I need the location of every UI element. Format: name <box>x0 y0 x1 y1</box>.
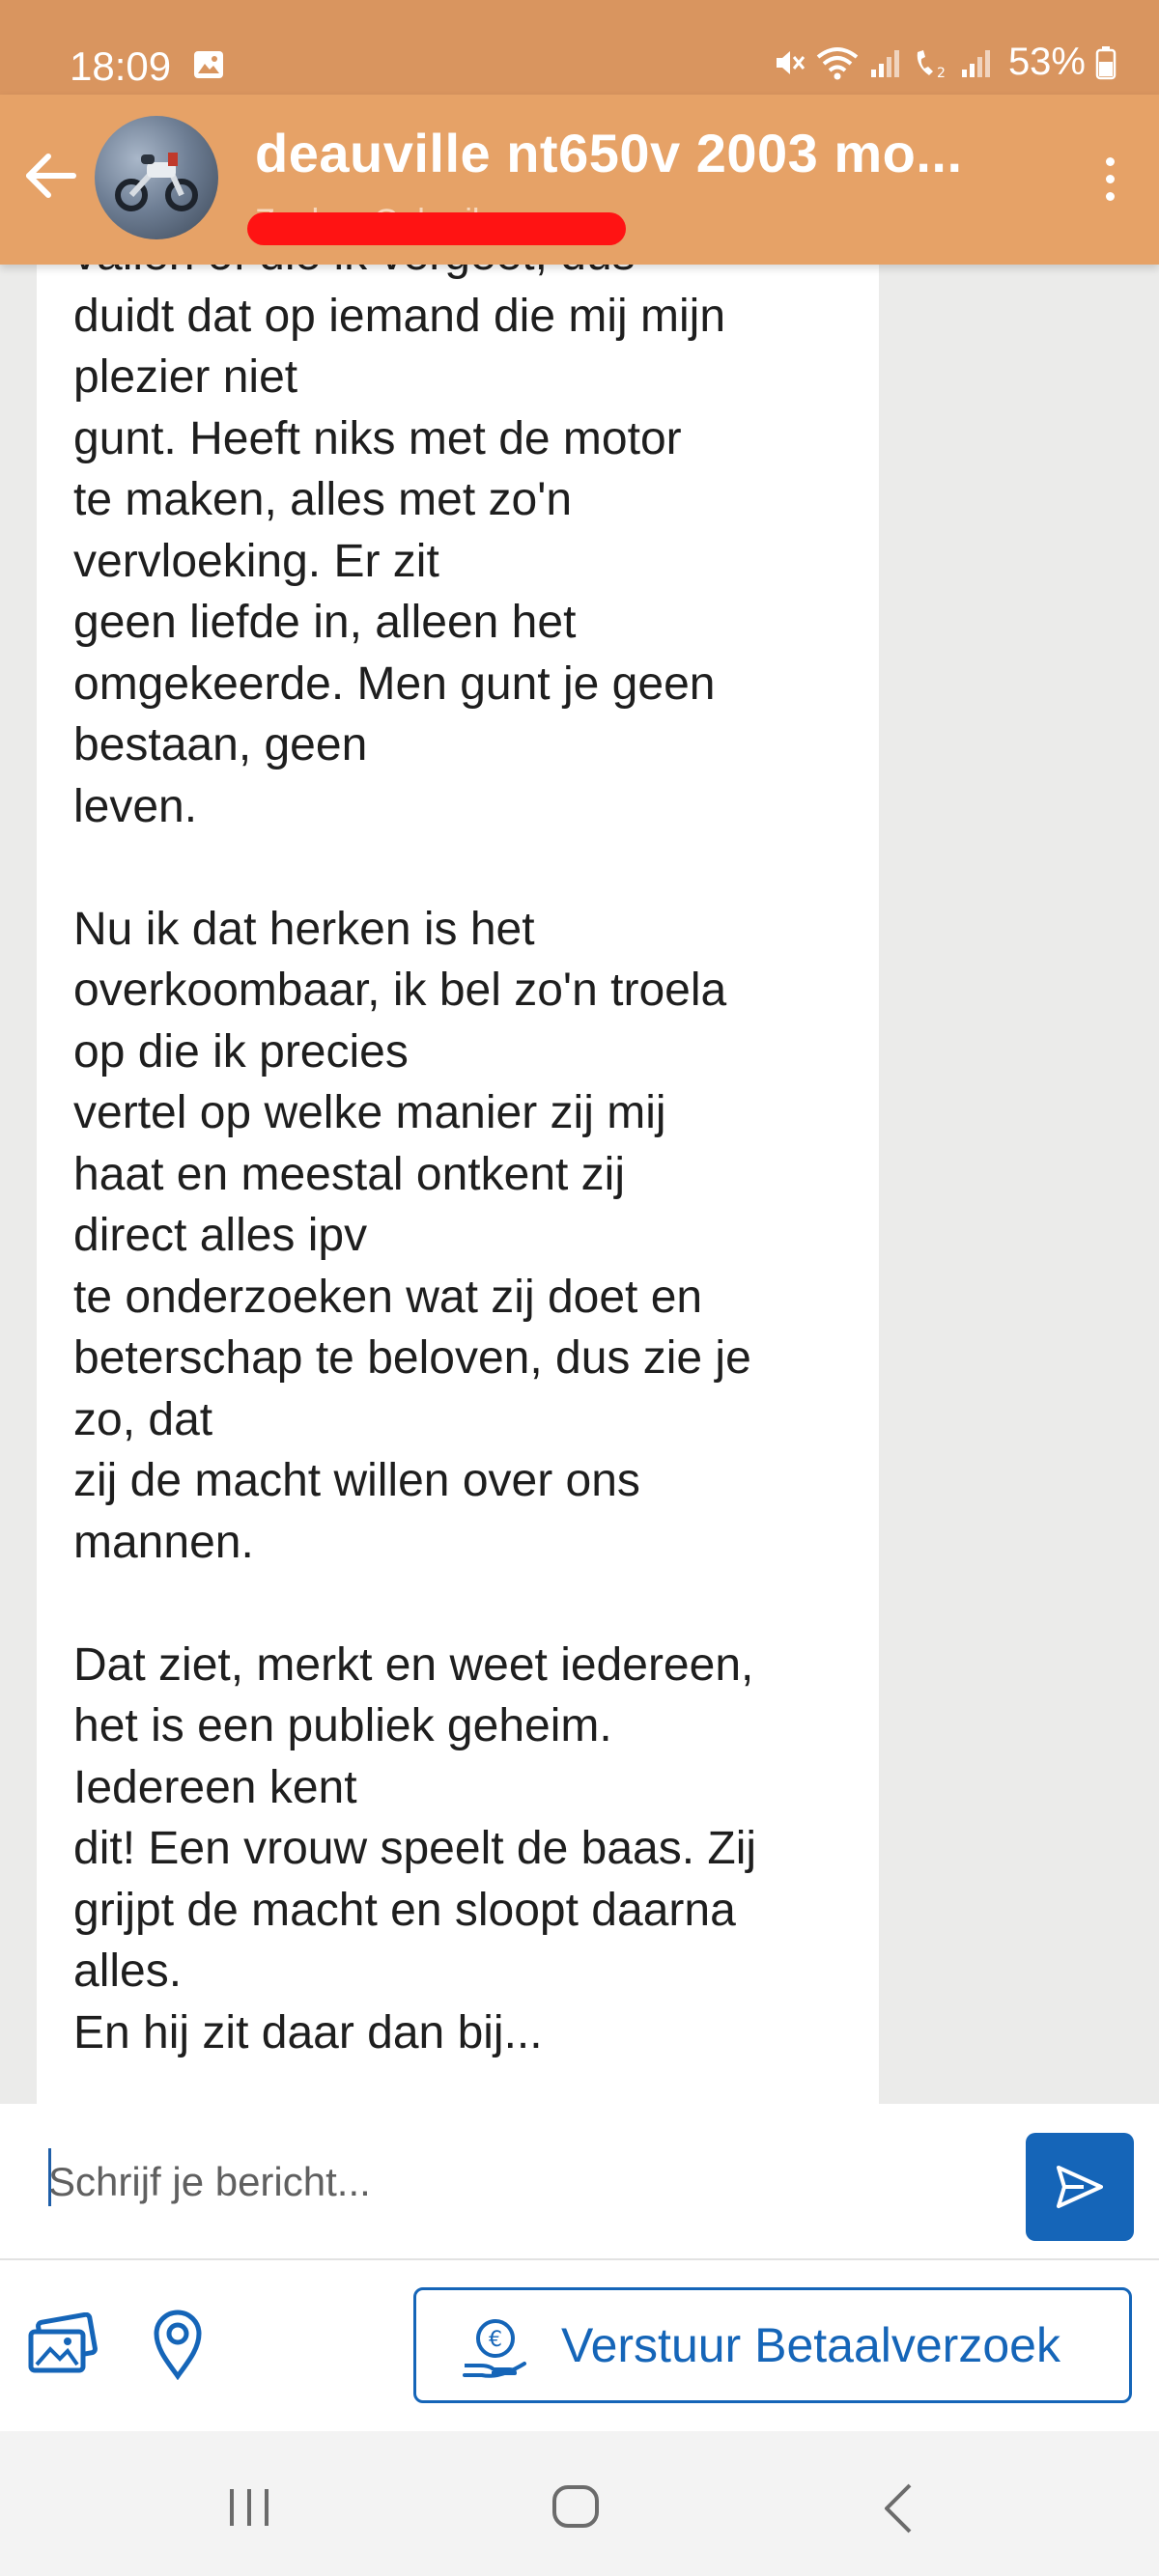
message-line: En hij zit daar dan bij... <box>73 2006 543 2058</box>
message-line: vertel op welke manier zij mij <box>73 1087 666 1138</box>
message-line: alles. <box>73 1946 183 1997</box>
wifi-icon <box>816 46 859 79</box>
message-line: het is een publiek geheim. <box>73 1700 612 1751</box>
gallery-icon[interactable] <box>25 2312 99 2380</box>
recent-apps-icon[interactable] <box>224 2485 274 2530</box>
message-line: vervloeking. Er zit <box>73 535 439 587</box>
status-time: 18:09 <box>70 43 172 89</box>
message-line: Nu ik dat herken is het <box>73 903 535 955</box>
message-line: dit! Een vrouw speelt de baas. Zij <box>73 1823 757 1874</box>
message-line: zij de macht willen over ons <box>73 1455 640 1506</box>
payment-request-button[interactable]: € Verstuur Betaalverzoek <box>413 2287 1132 2403</box>
image-notification-icon <box>194 51 223 78</box>
message-line: plezier niet <box>73 351 298 403</box>
message-line: mannen. <box>73 1516 254 1568</box>
send-button[interactable] <box>1026 2133 1134 2241</box>
redaction-mark <box>247 212 626 245</box>
message-line: haat en meestal ontkent zij <box>73 1148 626 1200</box>
message-line: gunt. Heeft niks met de motor <box>73 412 682 464</box>
signal-icon <box>870 49 899 77</box>
message-line: leven. <box>73 780 198 832</box>
message-line: geen liefde in, alleen het <box>73 597 577 648</box>
avatar[interactable] <box>95 116 218 239</box>
nav-back-icon[interactable] <box>881 2481 916 2535</box>
location-pin-icon[interactable] <box>151 2307 205 2380</box>
message-text: vallen of die ik vergeet, dus duidt dat o… <box>73 265 846 2063</box>
chat-title[interactable]: deauville nt650v 2003 mo... <box>255 122 963 184</box>
actions-row: € Verstuur Betaalverzoek <box>0 2260 1159 2431</box>
message-line: Iedereen kent <box>73 1761 357 1813</box>
message-line: op die ik precies <box>73 1025 409 1078</box>
message-line: duidt dat op iemand die mij mijn <box>73 290 726 342</box>
message-line: overkoombaar, ik bel zo'n troela <box>73 965 727 1016</box>
send-icon <box>1057 2166 1103 2208</box>
chat-header: deauville nt650v 2003 mo... Zoeken Gebru… <box>0 95 1159 265</box>
volte-call-icon: 2 <box>917 49 946 79</box>
battery-percentage: 53% <box>1007 41 1086 83</box>
battery-icon <box>1095 45 1117 79</box>
message-bubble: vallen of die ik vergeet, dus duidt dat o… <box>37 265 879 2104</box>
compose-bar <box>0 2104 1159 2258</box>
svg-text:2: 2 <box>937 66 946 79</box>
message-line: Dat ziet, merkt en weet iedereen, <box>73 1638 754 1691</box>
more-options-icon[interactable] <box>1095 153 1124 214</box>
mute-icon <box>776 50 806 74</box>
status-bar: 18:09 2 53% <box>0 0 1159 95</box>
svg-text:€: € <box>489 2328 502 2352</box>
payment-request-label: Verstuur Betaalverzoek <box>561 2318 1060 2372</box>
system-nav-bar <box>0 2431 1159 2576</box>
message-line: direct alles ipv <box>73 1210 368 1261</box>
message-line: omgekeerde. Men gunt je geen <box>73 658 716 710</box>
message-line: grijpt de macht en sloopt daarna <box>73 1884 736 1936</box>
message-input[interactable] <box>46 2146 977 2218</box>
message-line: zo, dat <box>73 1393 213 1445</box>
message-line: te maken, alles met zo'n <box>73 474 573 525</box>
message-line: te onderzoeken wat zij doet en <box>73 1271 703 1323</box>
status-icons: 2 53% <box>773 41 1117 84</box>
chat-messages[interactable]: vallen of die ik vergeet, dus duidt dat o… <box>0 265 1159 2104</box>
back-arrow-icon[interactable] <box>19 145 81 207</box>
motorcycle-icon <box>115 153 198 211</box>
text-cursor <box>48 2148 51 2206</box>
message-line: vallen of die ik vergeet, dus <box>73 265 846 286</box>
message-line: bestaan, geen <box>73 719 368 770</box>
home-icon[interactable] <box>551 2483 601 2530</box>
signal-icon <box>961 49 990 77</box>
message-line: beterschap te beloven, dus zie je <box>73 1332 751 1384</box>
euro-hand-icon: € <box>463 2319 526 2378</box>
